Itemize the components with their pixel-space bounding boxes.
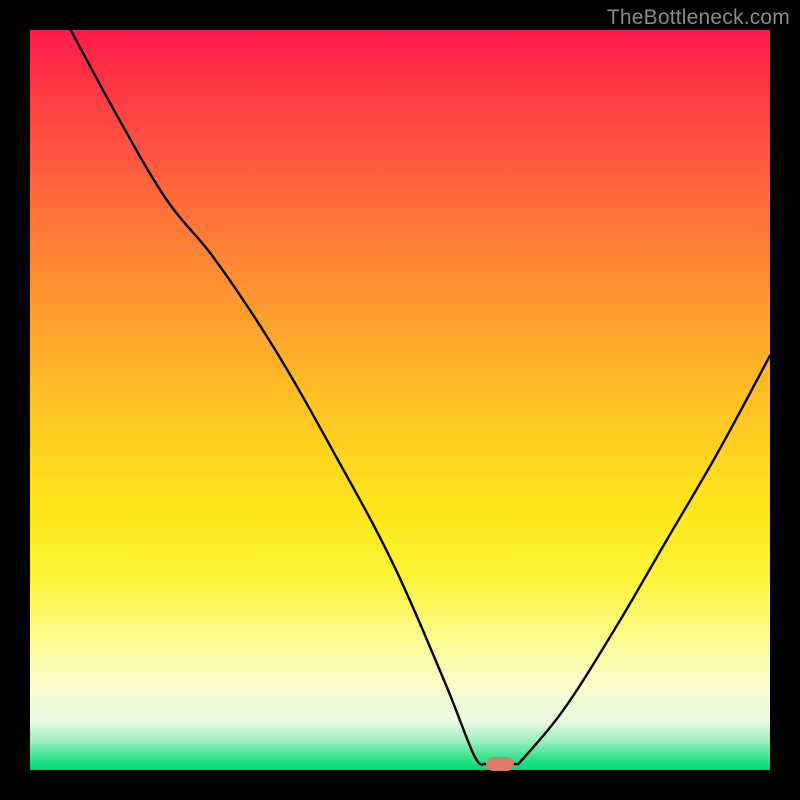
plot-area [30, 30, 770, 770]
curve-right-branch [518, 356, 770, 764]
optimum-marker [486, 757, 514, 771]
bottleneck-curve [30, 30, 770, 770]
chart-frame: TheBottleneck.com [0, 0, 800, 800]
watermark-text: TheBottleneck.com [607, 6, 790, 30]
curve-left-branch [71, 30, 485, 765]
